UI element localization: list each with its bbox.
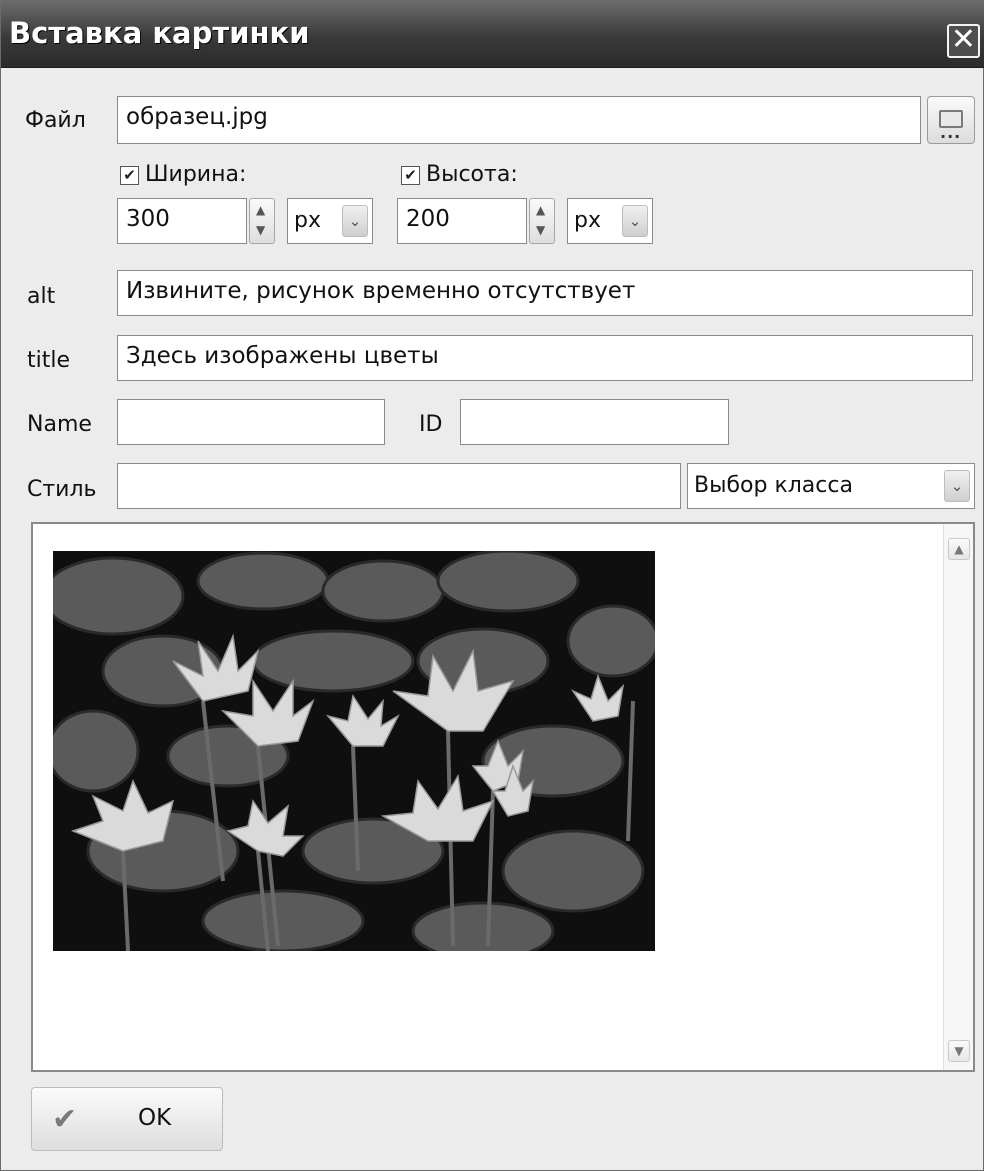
alt-input[interactable]: Извините, рисунок временно отсутствует [117, 270, 973, 316]
ok-button[interactable]: ✔ OK [31, 1087, 223, 1151]
chevron-down-icon: ⌄ [944, 470, 970, 502]
height-label: Высота: [426, 162, 518, 187]
checkmark-icon: ✔ [123, 166, 136, 184]
insert-image-dialog: Вставка картинки ✕ Файл образец.jpg ... … [0, 0, 984, 1171]
width-input[interactable]: 300 [117, 198, 247, 244]
title-attr-label: title [27, 348, 71, 373]
checkmark-icon: ✔ [52, 1102, 78, 1137]
scroll-down-icon: ▼ [954, 1044, 964, 1058]
width-unit-select[interactable]: px ⌄ [287, 198, 373, 244]
water-lilies-photo [53, 551, 655, 951]
spin-down-icon: ▼ [256, 223, 266, 237]
scroll-up-icon: ▲ [954, 542, 964, 556]
class-select-value: Выбор класса [694, 473, 853, 498]
dialog-title: Вставка картинки [9, 16, 310, 50]
height-unit-select[interactable]: px ⌄ [567, 198, 653, 244]
spin-down-icon: ▼ [536, 223, 546, 237]
spin-up-icon: ▲ [536, 203, 546, 217]
browse-button[interactable]: ... [927, 96, 975, 144]
name-label: Name [27, 412, 92, 437]
width-label: Ширина: [145, 162, 247, 187]
height-unit-value: px [574, 208, 601, 233]
file-label: Файл [25, 108, 86, 133]
title-attr-input[interactable]: Здесь изображены цветы [117, 335, 973, 381]
alt-label: alt [27, 284, 56, 309]
height-spinner[interactable]: ▲ ▼ [529, 198, 555, 244]
width-unit-value: px [294, 208, 321, 233]
close-button[interactable]: ✕ [947, 24, 980, 58]
close-icon: ✕ [950, 22, 977, 57]
checkmark-icon: ✔ [404, 166, 417, 184]
preview-scrollbar[interactable]: ▲ ▼ [943, 524, 973, 1070]
scroll-up-button[interactable]: ▲ [948, 538, 970, 560]
id-label: ID [419, 412, 443, 437]
browse-dots: ... [940, 123, 962, 142]
id-input[interactable] [460, 399, 729, 445]
title-bar[interactable]: Вставка картинки ✕ [1, 0, 984, 68]
preview-image [53, 551, 655, 951]
name-input[interactable] [117, 399, 385, 445]
width-spinner[interactable]: ▲ ▼ [249, 198, 275, 244]
scroll-down-button[interactable]: ▼ [948, 1040, 970, 1062]
file-input[interactable]: образец.jpg [117, 96, 921, 144]
style-input[interactable] [117, 463, 681, 509]
spin-up-icon: ▲ [256, 203, 266, 217]
class-select[interactable]: Выбор класса ⌄ [687, 463, 975, 509]
width-checkbox[interactable]: ✔ [120, 166, 139, 185]
height-input[interactable]: 200 [397, 198, 527, 244]
chevron-down-icon: ⌄ [622, 205, 648, 237]
ok-button-label: OK [138, 1105, 172, 1131]
style-label: Стиль [27, 477, 97, 502]
height-checkbox[interactable]: ✔ [401, 166, 420, 185]
chevron-down-icon: ⌄ [342, 205, 368, 237]
